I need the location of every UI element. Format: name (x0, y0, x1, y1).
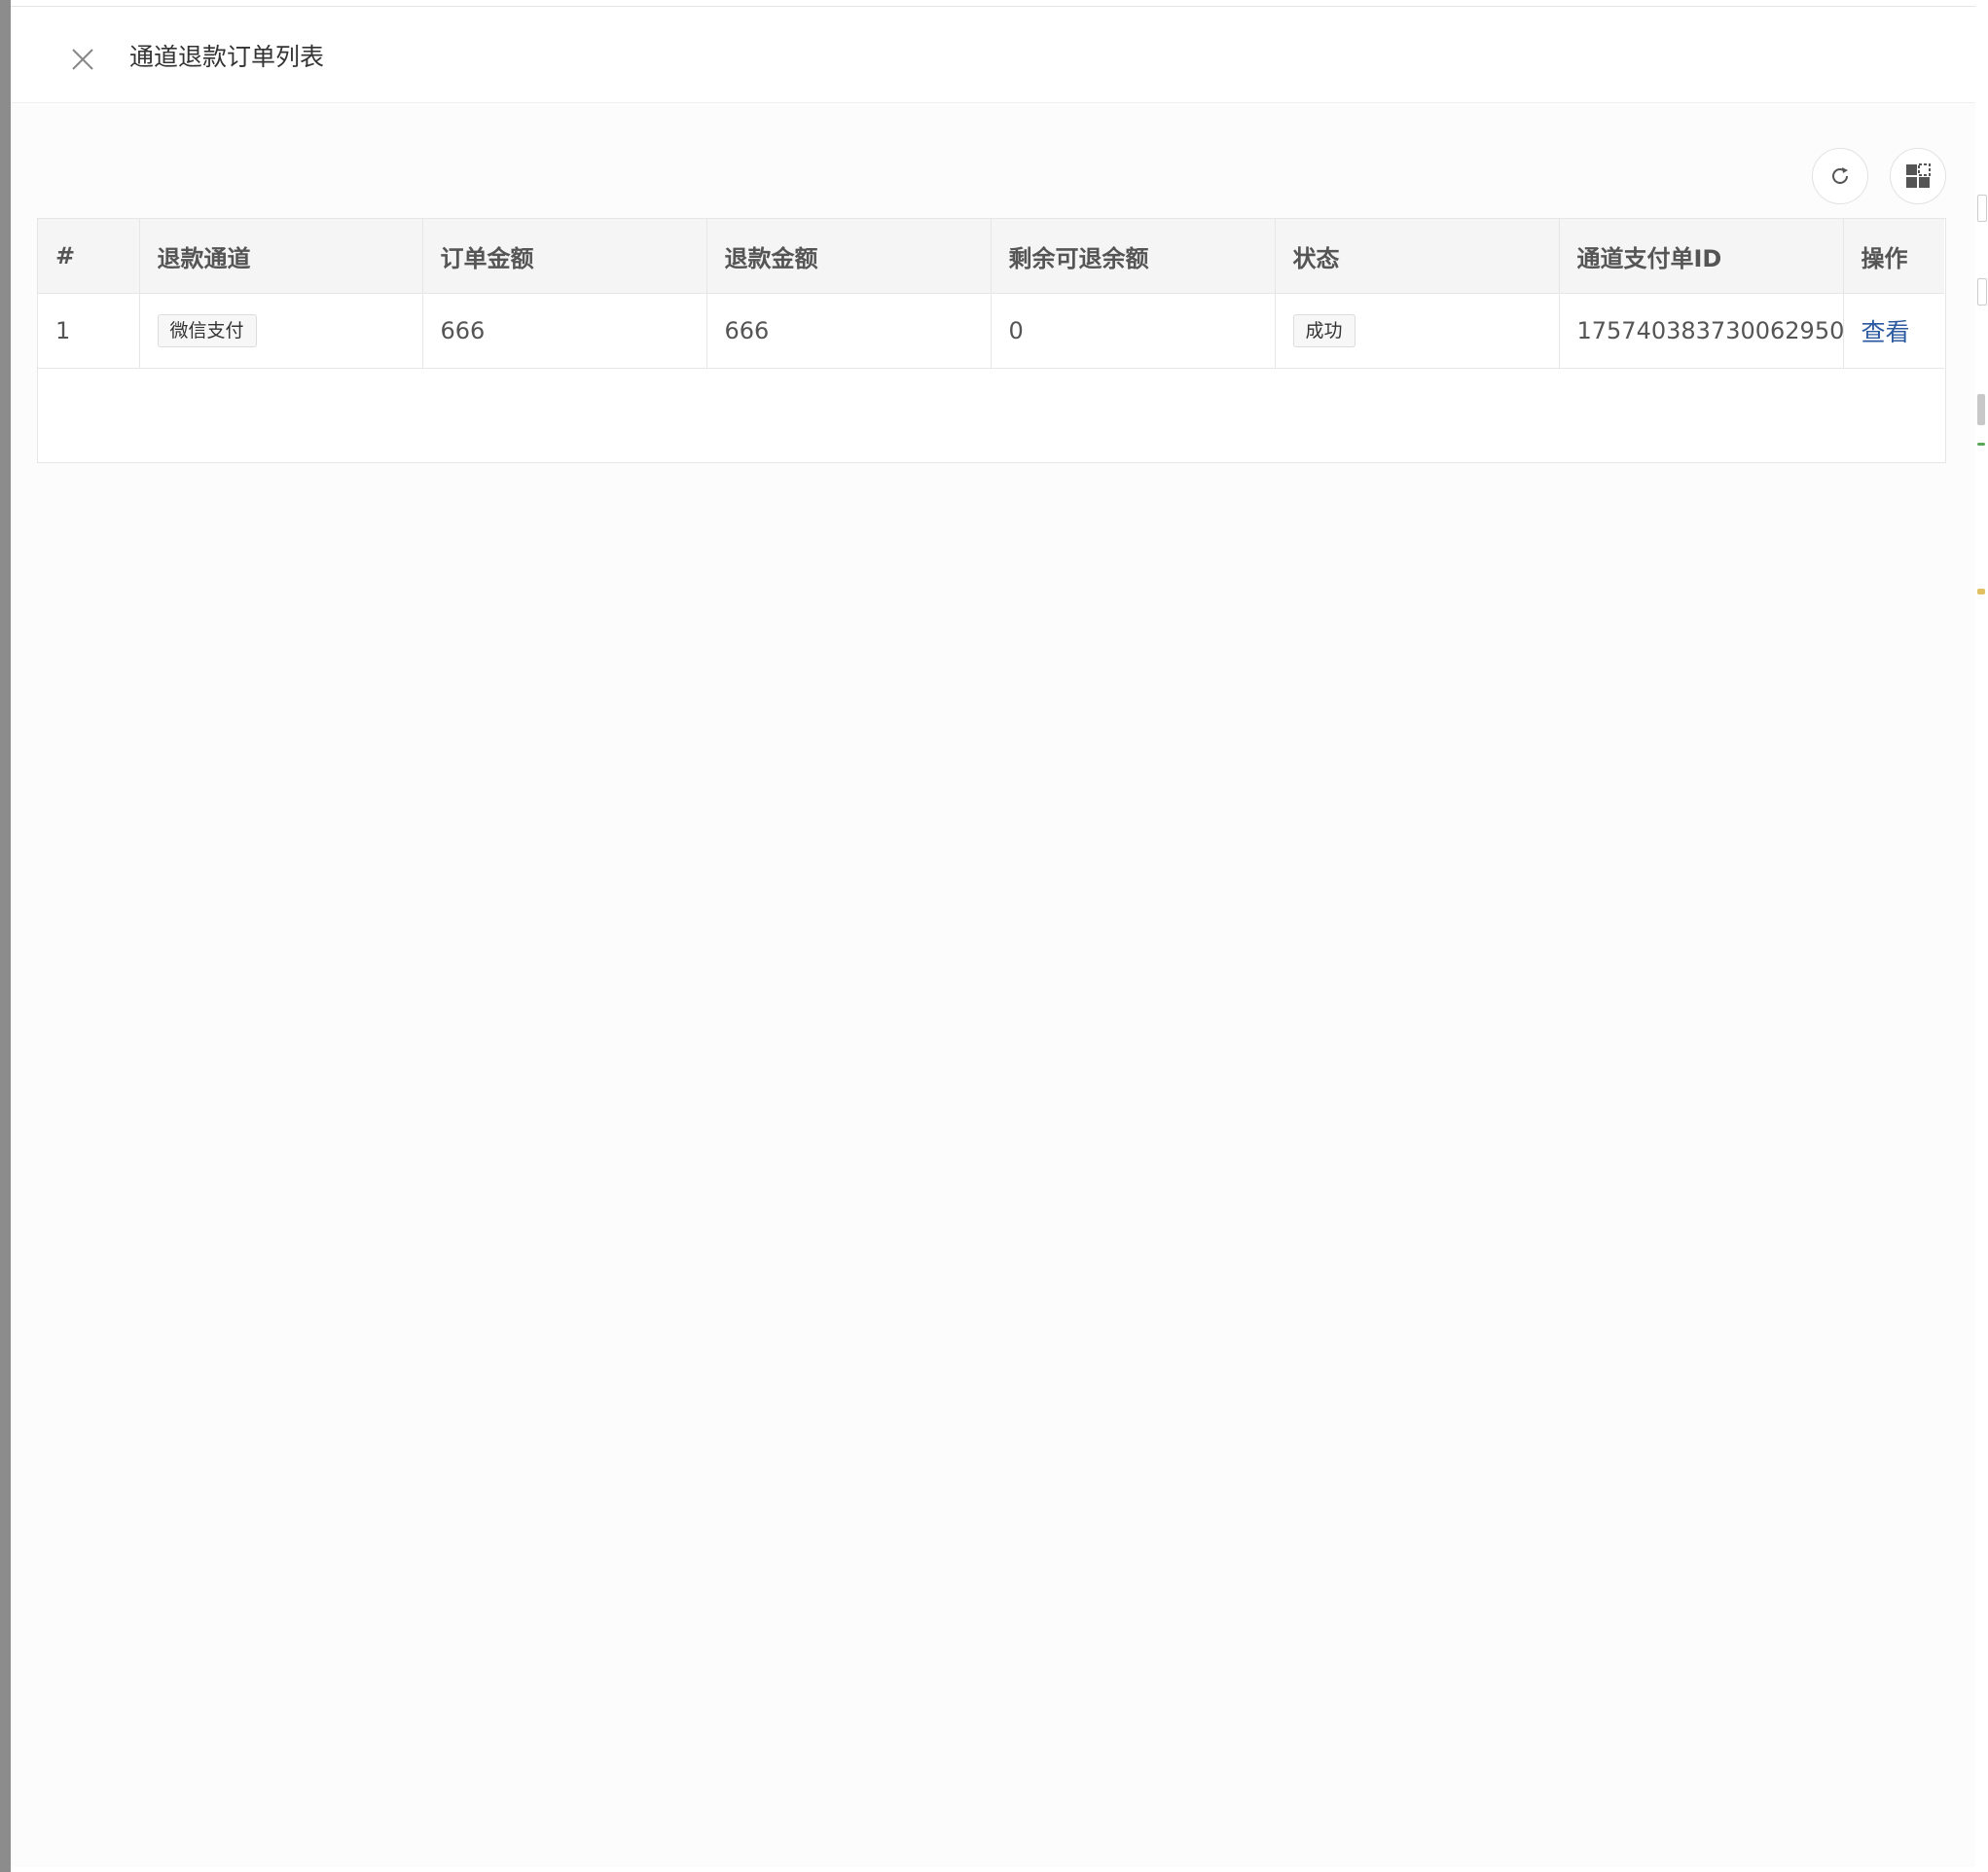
cell-channel: 微信支付 (138, 293, 423, 369)
column-header-channel: 退款通道 (138, 219, 423, 294)
view-link[interactable]: 查看 (1861, 318, 1910, 346)
cell-action: 查看 (1842, 293, 1944, 369)
close-icon (72, 49, 93, 70)
drawer-header: 通道退款订单列表 (11, 7, 1975, 103)
refresh-button[interactable] (1812, 148, 1868, 204)
column-header-remaining: 剩余可退余额 (990, 219, 1276, 294)
drawer-title: 通道退款订单列表 (129, 43, 325, 71)
column-header-action: 操作 (1842, 219, 1944, 294)
refund-orders-table: # 退款通道 订单金额 退款金额 剩余可退余额 状态 通道支付单ID 操作 1 … (37, 218, 1946, 463)
grid-columns-icon (1906, 163, 1931, 188)
cell-channel-pay-id: 1757403837300629504 (1558, 293, 1844, 369)
channel-tag: 微信支付 (157, 314, 257, 347)
columns-button[interactable] (1890, 148, 1946, 204)
cell-index: 1 (38, 293, 140, 369)
cell-order-amount: 666 (421, 293, 707, 369)
refund-orders-drawer: 通道退款订单列表 # 退款通道 订单金额 退款金额 剩余可退余额 状态 通道支付… (11, 6, 1975, 1867)
status-badge: 成功 (1292, 314, 1355, 347)
column-header-refund-amount: 退款金额 (705, 219, 992, 294)
column-header-status: 状态 (1274, 219, 1560, 294)
column-header-index: # (38, 219, 140, 294)
cell-status: 成功 (1274, 293, 1560, 369)
refresh-icon (1832, 167, 1848, 184)
column-header-channel-pay-id: 通道支付单ID (1558, 219, 1844, 294)
table-header-row: # 退款通道 订单金额 退款金额 剩余可退余额 状态 通道支付单ID 操作 (38, 219, 1944, 294)
background-overlay-left (0, 0, 11, 1872)
cell-refund-amount: 666 (705, 293, 992, 369)
column-header-order-amount: 订单金额 (421, 219, 707, 294)
background-overlay-right (1975, 0, 1988, 1872)
close-button[interactable] (59, 36, 106, 83)
table-row: 1 微信支付 666 666 0 成功 1757403837300629504 … (38, 293, 1944, 369)
cell-remaining: 0 (990, 293, 1276, 369)
